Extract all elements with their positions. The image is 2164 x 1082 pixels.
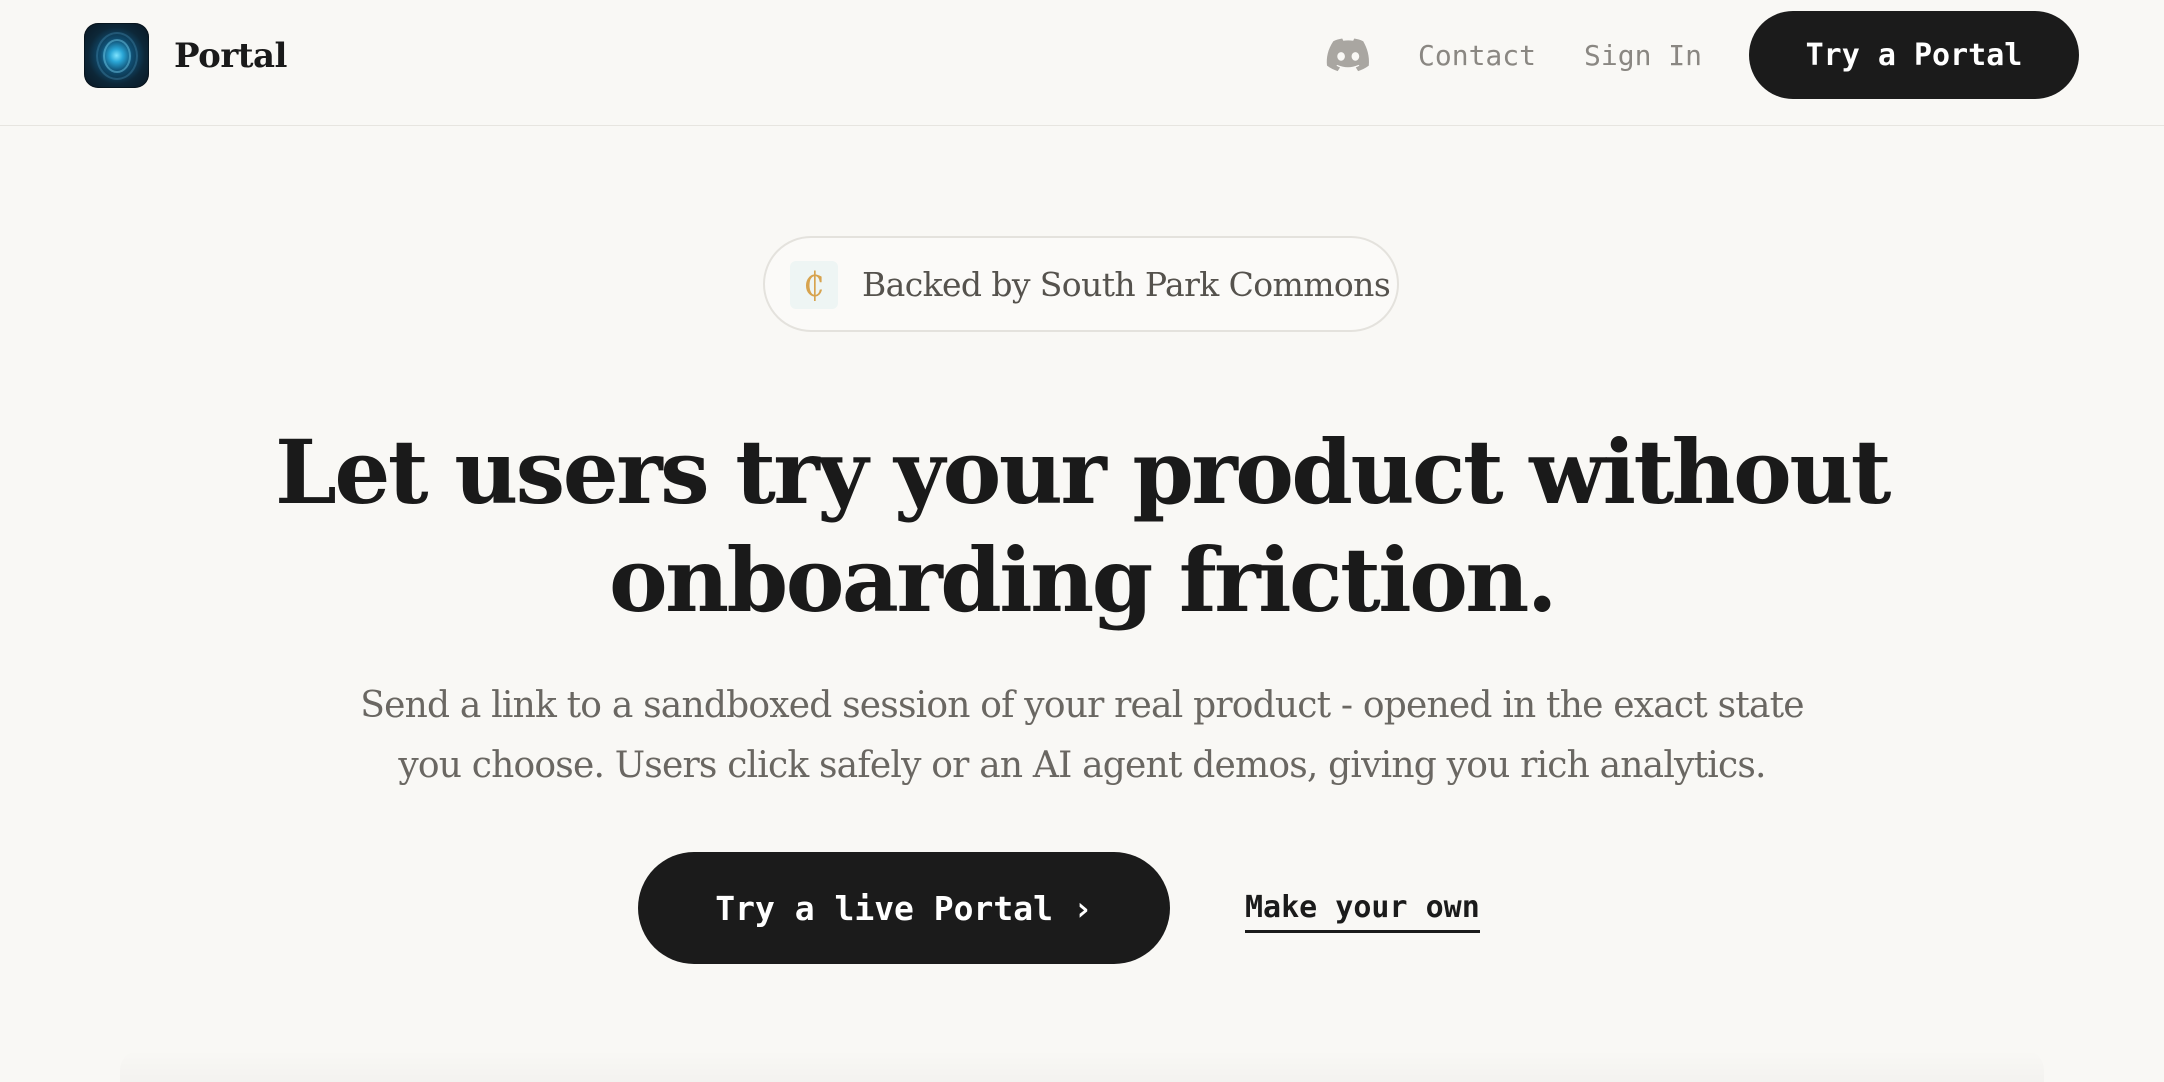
hero-subtitle-line-2: you choose. Users click safely or an AI … — [398, 745, 1766, 786]
hero-title: Let users try your product without onboa… — [0, 418, 2164, 634]
hero-title-line-2: onboarding friction. — [608, 528, 1558, 632]
hero-title-line-1: Let users try your product without — [275, 420, 1891, 524]
nav-sign-in-link[interactable]: Sign In — [1584, 36, 1702, 76]
backer-badge-text: Backed by South Park Commons — [862, 265, 1391, 304]
portal-logo-icon[interactable] — [84, 23, 149, 88]
try-live-portal-button[interactable]: Try a live Portal › — [638, 852, 1170, 964]
nav-contact-link[interactable]: Contact — [1418, 36, 1536, 76]
discord-icon[interactable] — [1326, 38, 1370, 72]
hero-subtitle-line-1: Send a link to a sandboxed session of yo… — [360, 685, 1804, 726]
logo-inner-ring — [103, 39, 131, 73]
try-a-portal-button[interactable]: Try a Portal — [1749, 11, 2079, 99]
content-preview-edge — [120, 1050, 2044, 1082]
backer-badge[interactable]: ₵ Backed by South Park Commons — [763, 236, 1399, 332]
make-your-own-link[interactable]: Make your own — [1245, 886, 1480, 933]
south-park-commons-logo-icon: ₵ — [790, 261, 838, 309]
hero-subtitle: Send a link to a sandboxed session of yo… — [0, 676, 2164, 796]
brand-name[interactable]: Portal — [174, 34, 287, 78]
site-header: Portal Contact Sign In Try a Portal — [0, 0, 2164, 126]
